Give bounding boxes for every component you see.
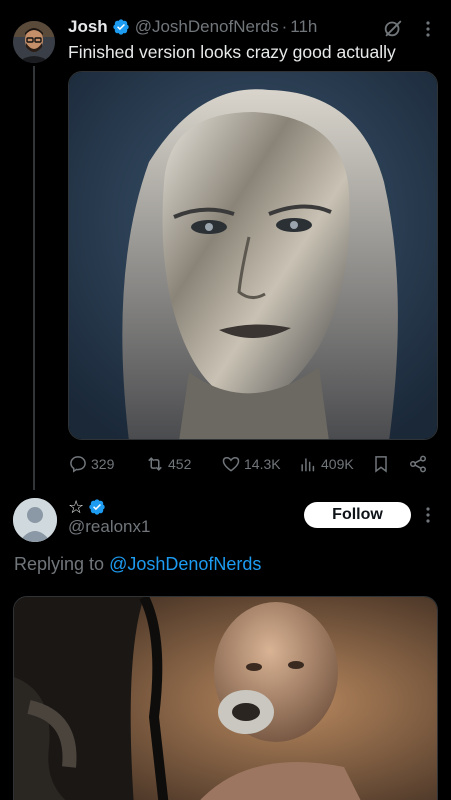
tweet-media-image[interactable] <box>13 596 438 800</box>
replying-to-mention[interactable]: @JoshDenofNerds <box>109 554 261 574</box>
verified-badge-icon <box>89 499 105 515</box>
share-icon[interactable] <box>408 454 428 474</box>
bald-figure-image <box>14 597 437 800</box>
views-count: 409K <box>321 456 354 472</box>
tweet-text: Finished version looks crazy good actual… <box>68 42 396 62</box>
author-handle[interactable]: @JoshDenofNerds <box>135 17 279 37</box>
repost-button[interactable]: 452 <box>145 452 191 476</box>
views-chart-icon <box>301 458 315 472</box>
reply-button[interactable]: 329 <box>68 452 114 476</box>
repost-count: 452 <box>168 456 192 472</box>
like-count: 14.3K <box>244 456 281 472</box>
verified-badge-icon <box>113 19 129 35</box>
author-handle[interactable]: @realonx1 <box>68 517 150 537</box>
views-button[interactable]: 409K <box>298 452 354 476</box>
reply-count: 329 <box>91 456 115 472</box>
tweet-reply[interactable]: ☆ @realonx1 Follow Replying to @JoshDeno… <box>0 490 451 800</box>
tweet-header: ☆ <box>68 496 111 518</box>
reply-icon <box>70 456 86 473</box>
replying-to-line: Replying to @JoshDenofNerds <box>14 554 261 575</box>
tweet-actions-bar: 329 452 14.3K 409K <box>68 452 438 476</box>
author-name[interactable]: ☆ <box>68 497 84 518</box>
replying-to-label: Replying to <box>14 554 105 574</box>
author-name[interactable]: Josh <box>68 17 108 37</box>
silver-face-image <box>69 72 437 439</box>
like-button[interactable]: 14.3K <box>221 452 281 476</box>
grok-icon[interactable] <box>382 17 404 39</box>
bookmark-icon[interactable] <box>371 454 391 474</box>
more-options-icon[interactable] <box>421 506 435 524</box>
follow-button[interactable]: Follow <box>304 502 411 528</box>
avatar-photo-icon <box>13 21 55 63</box>
avatar[interactable] <box>13 498 57 542</box>
default-avatar-icon <box>13 498 57 542</box>
timestamp[interactable]: 11h <box>290 17 317 37</box>
tweet-main[interactable]: Josh @JoshDenofNerds · 11h Finished vers… <box>0 0 451 490</box>
more-options-icon[interactable] <box>421 20 435 38</box>
repost-icon <box>148 457 162 471</box>
tweet-media-image[interactable] <box>68 71 438 440</box>
tweet-header: Josh @JoshDenofNerds · 11h <box>68 16 317 38</box>
thread-connector-line <box>33 66 35 490</box>
avatar[interactable] <box>13 21 55 63</box>
separator-dot: · <box>281 17 288 36</box>
heart-icon <box>222 456 240 472</box>
